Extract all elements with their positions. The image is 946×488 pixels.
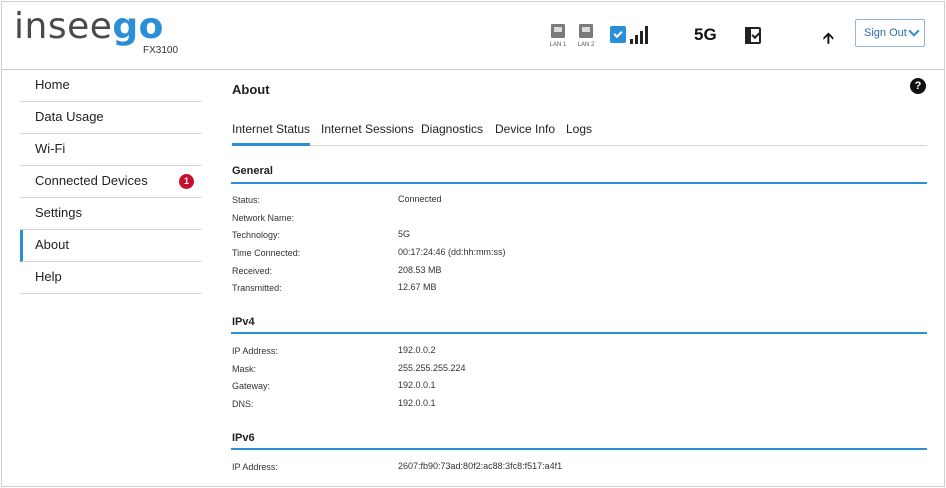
tab-diagnostics[interactable]: Diagnostics xyxy=(421,122,483,146)
upload-arrow-icon: 🡩 xyxy=(823,30,834,47)
sidebar-item-label: Data Usage xyxy=(35,109,104,124)
sidebar-item-label: Home xyxy=(35,77,70,92)
section-divider xyxy=(231,332,927,334)
time-connected-value: 00:17:24:46 (dd:hh:mm:ss) xyxy=(398,247,506,257)
sidebar-item-label: Help xyxy=(35,269,62,284)
transmitted-label: Transmitted: xyxy=(232,283,282,293)
ipv4-address-label: IP Address: xyxy=(232,346,278,356)
section-divider xyxy=(231,448,927,450)
sidebar-item-help[interactable]: Help xyxy=(20,262,202,294)
tab-logs[interactable]: Logs xyxy=(566,122,592,146)
sidebar-item-label: About xyxy=(35,237,69,252)
page-title: About xyxy=(232,82,270,97)
transmitted-value: 12.67 MB xyxy=(398,282,437,292)
sidebar-item-label: Settings xyxy=(35,205,82,220)
status-value: Connected xyxy=(398,194,442,204)
lan-port-icon xyxy=(579,24,593,38)
ipv4-address-value: 192.0.0.2 xyxy=(398,345,436,355)
ipv6-address-value: 2607:fb90:73ad:80f2:ac88:3fc8:f517:a4f1 xyxy=(398,461,563,471)
sidebar-item-wifi[interactable]: Wi-Fi xyxy=(20,134,202,166)
battery-icon xyxy=(745,27,761,44)
lan1-status: LAN 1 xyxy=(547,24,569,48)
sidebar-item-connected-devices[interactable]: Connected Devices 1 xyxy=(20,166,202,198)
sign-out-label: Sign Out xyxy=(864,27,907,39)
technology-value: 5G xyxy=(398,229,411,239)
sidebar: Home Data Usage Wi-Fi Connected Devices 1… xyxy=(20,70,202,294)
notification-badge: 1 xyxy=(179,174,194,189)
received-value: 208.53 MB xyxy=(398,265,442,275)
help-icon[interactable]: ? xyxy=(910,78,926,94)
lan2-status: LAN 2 xyxy=(575,24,597,48)
sidebar-item-settings[interactable]: Settings xyxy=(20,198,202,230)
sidebar-item-label: Connected Devices xyxy=(35,173,148,188)
tab-internet-sessions[interactable]: Internet Sessions xyxy=(321,122,414,146)
dns-value: 192.0.0.1 xyxy=(398,398,436,408)
lan-port-icon xyxy=(551,24,565,38)
sidebar-item-home[interactable]: Home xyxy=(20,70,202,102)
network-type: 5G xyxy=(694,25,717,44)
tab-internet-status[interactable]: Internet Status xyxy=(232,122,311,146)
header: inseego FX3100 LAN 1 LAN 2 5G 🡩 Sign Out xyxy=(2,2,944,70)
received-label: Received: xyxy=(232,266,273,276)
sim-icon xyxy=(610,26,626,43)
gateway-value: 192.0.0.1 xyxy=(398,380,436,390)
chevron-down-icon xyxy=(908,25,920,37)
lan1-label: LAN 1 xyxy=(549,42,567,48)
signal-bars-icon xyxy=(630,26,652,44)
section-divider xyxy=(231,182,927,184)
mask-value: 255.255.255.224 xyxy=(398,363,466,373)
ipv6-address-label: IP Address: xyxy=(232,462,278,472)
gateway-label: Gateway: xyxy=(232,381,271,391)
app-window: inseego FX3100 LAN 1 LAN 2 5G 🡩 Sign Out xyxy=(1,1,945,487)
technology-label: Technology: xyxy=(232,230,281,240)
sidebar-item-label: Wi-Fi xyxy=(35,141,66,156)
dns-label: DNS: xyxy=(232,399,254,409)
status-icons: LAN 1 LAN 2 5G 🡩 xyxy=(2,2,944,70)
sign-out-button[interactable]: Sign Out xyxy=(855,19,925,47)
sidebar-item-data-usage[interactable]: Data Usage xyxy=(20,102,202,134)
section-title-ipv6: IPv6 xyxy=(232,432,255,444)
network-name-label: Network Name: xyxy=(232,213,295,223)
lan2-label: LAN 2 xyxy=(577,42,595,48)
status-label: Status: xyxy=(232,195,261,205)
sidebar-item-about[interactable]: About xyxy=(20,230,202,262)
tab-device-info[interactable]: Device Info xyxy=(495,122,555,146)
section-title-general: General xyxy=(232,165,273,177)
time-connected-label: Time Connected: xyxy=(232,248,301,258)
mask-label: Mask: xyxy=(232,364,257,374)
tab-bar: Internet Status Internet Sessions Diagno… xyxy=(231,122,927,146)
section-title-ipv4: IPv4 xyxy=(232,316,255,328)
